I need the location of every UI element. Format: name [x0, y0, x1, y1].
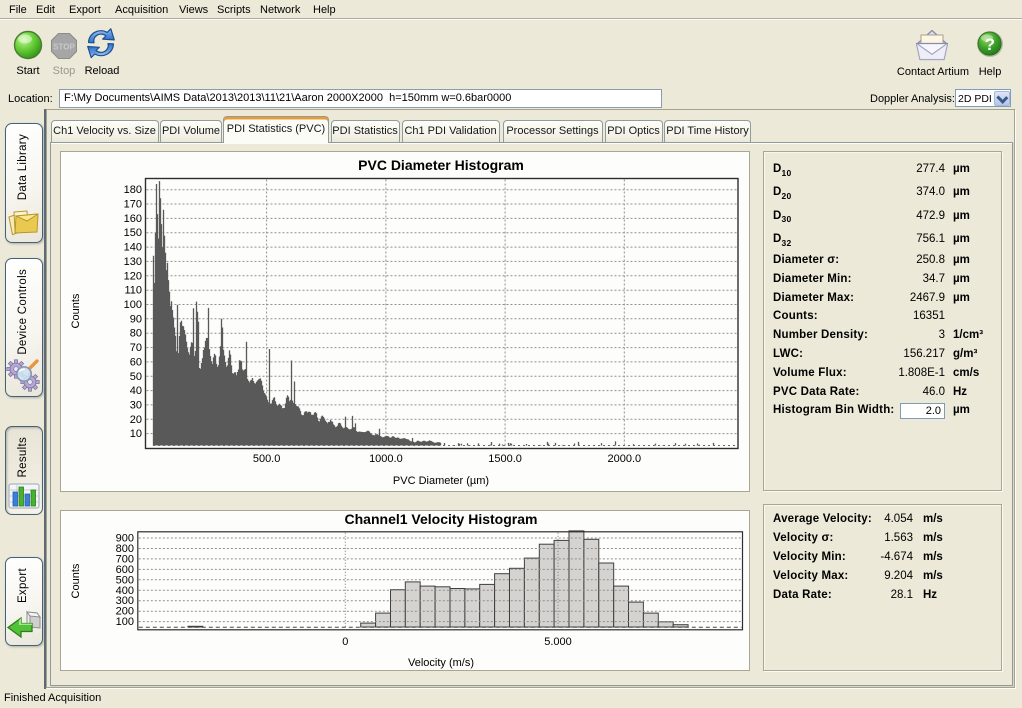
svg-text:100: 100	[116, 616, 134, 628]
svg-text:150: 150	[124, 227, 142, 239]
svg-text:500.0: 500.0	[253, 453, 281, 465]
svg-text:30: 30	[130, 399, 142, 411]
svg-text:400: 400	[116, 585, 134, 597]
svg-text:Counts: Counts	[70, 563, 82, 598]
svg-text:160: 160	[124, 213, 142, 225]
svg-text:600: 600	[116, 564, 134, 576]
svg-text:110: 110	[124, 285, 142, 297]
svg-text:130: 130	[124, 256, 142, 268]
svg-text:PVC Diameter Histogram: PVC Diameter Histogram	[358, 157, 524, 173]
svg-text:100: 100	[124, 299, 142, 311]
svg-text:20: 20	[130, 414, 142, 426]
svg-text:?: ?	[985, 35, 995, 54]
svg-text:1500.0: 1500.0	[488, 453, 522, 465]
svg-text:900: 900	[116, 533, 134, 545]
svg-text:40: 40	[130, 385, 142, 397]
svg-text:800: 800	[116, 543, 134, 555]
svg-text:500: 500	[116, 574, 134, 586]
svg-text:5.000: 5.000	[544, 636, 572, 648]
svg-text:120: 120	[124, 270, 142, 282]
svg-text:90: 90	[130, 313, 142, 325]
svg-text:60: 60	[130, 356, 142, 368]
svg-text:0: 0	[342, 636, 348, 648]
svg-text:200: 200	[116, 606, 134, 618]
svg-text:700: 700	[116, 553, 134, 565]
svg-text:140: 140	[124, 242, 142, 254]
svg-text:300: 300	[116, 595, 134, 607]
svg-text:Velocity (m/s): Velocity (m/s)	[408, 657, 474, 669]
svg-text:180: 180	[124, 184, 142, 196]
svg-text:Channel1 Velocity Histogram: Channel1 Velocity Histogram	[345, 511, 538, 527]
svg-text:PVC Diameter (µm): PVC Diameter (µm)	[393, 475, 489, 487]
svg-text:10: 10	[130, 428, 142, 440]
svg-text:50: 50	[130, 371, 142, 383]
svg-text:1000.0: 1000.0	[369, 453, 403, 465]
svg-text:STOP: STOP	[53, 43, 75, 52]
svg-text:2000.0: 2000.0	[607, 453, 641, 465]
svg-text:Counts: Counts	[70, 293, 82, 328]
svg-text:170: 170	[124, 199, 142, 211]
svg-text:70: 70	[130, 342, 142, 354]
svg-text:80: 80	[130, 328, 142, 340]
